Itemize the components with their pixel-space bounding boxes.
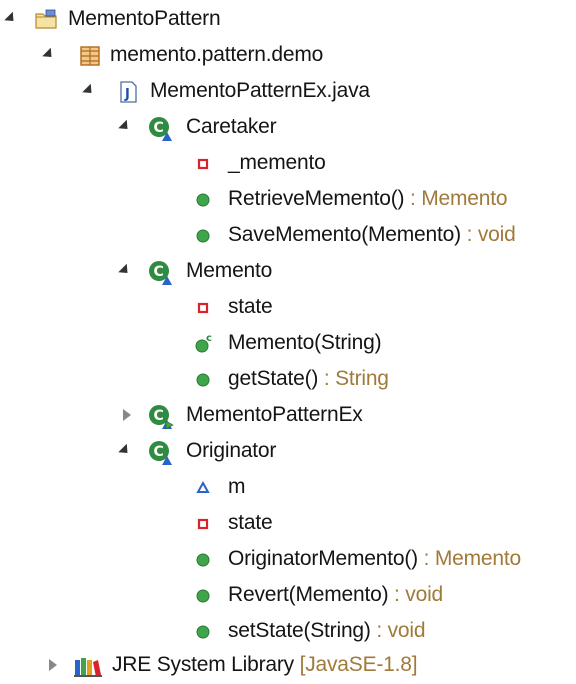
- collapsed-twisty-icon[interactable]: [46, 658, 60, 672]
- public-method-icon: [192, 620, 216, 644]
- member-label: OriginatorMemento() : Memento: [228, 546, 521, 572]
- private-field-icon: [192, 296, 216, 320]
- collapsed-twisty-icon[interactable]: [120, 408, 134, 422]
- tree-item-class-caretaker[interactable]: C Caretaker: [0, 110, 576, 146]
- member-label: state: [228, 510, 273, 536]
- java-file-icon: J: [116, 80, 140, 104]
- library-version: [JavaSE-1.8]: [293, 653, 418, 676]
- member-name: OriginatorMemento(): [228, 547, 418, 570]
- svg-text:C: C: [154, 120, 164, 136]
- constructor-icon: c: [192, 332, 216, 356]
- library-name: JRE System Library: [112, 653, 294, 676]
- public-method-icon: [192, 224, 216, 248]
- tree-item-jre-system-library[interactable]: JRE System Library [JavaSE-1.8]: [0, 648, 576, 684]
- private-field-icon: [192, 512, 216, 536]
- member-label: _memento: [228, 150, 326, 176]
- member-name: state: [228, 511, 273, 534]
- expanded-twisty-icon[interactable]: [118, 263, 132, 278]
- member-name: setState(String): [228, 619, 371, 642]
- member-type: : void: [460, 223, 516, 246]
- tree-item-class-memento[interactable]: C Memento: [0, 254, 576, 290]
- tree-item-label: Caretaker: [186, 115, 277, 138]
- package-explorer-tree: MementoPattern memento.pattern.demo J Me…: [0, 0, 576, 684]
- public-method-icon: [192, 548, 216, 572]
- member-label: getState() : String: [228, 366, 389, 392]
- member-type: : Memento: [417, 547, 522, 570]
- member-label: Memento(String): [228, 330, 382, 356]
- member-type: : Memento: [404, 187, 508, 210]
- svg-text:C: C: [154, 444, 164, 460]
- package-icon: [78, 44, 102, 68]
- tree-item-member[interactable]: getState() : String: [0, 362, 576, 398]
- member-name: state: [228, 295, 273, 318]
- member-name: Revert(Memento): [228, 583, 389, 606]
- tree-item-member[interactable]: RetrieveMemento() : Memento: [0, 182, 576, 218]
- tree-item-member[interactable]: OriginatorMemento() : Memento: [0, 542, 576, 578]
- tree-item-package[interactable]: memento.pattern.demo: [0, 38, 576, 74]
- member-label: Revert(Memento) : void: [228, 582, 443, 608]
- project-folder-icon: [34, 8, 58, 32]
- member-name: RetrieveMemento(): [228, 187, 405, 210]
- main-class-icon: C: [148, 404, 174, 430]
- tree-item-member[interactable]: _memento: [0, 146, 576, 182]
- library-icon: [74, 654, 102, 678]
- member-type: : String: [318, 367, 389, 390]
- member-label: setState(String) : void: [228, 618, 426, 644]
- member-name: SaveMemento(Memento): [228, 223, 461, 246]
- expanded-twisty-icon[interactable]: [4, 11, 18, 26]
- tree-item-member[interactable]: state: [0, 506, 576, 542]
- tree-item-member[interactable]: SaveMemento(Memento) : void: [0, 218, 576, 254]
- tree-item-java-file[interactable]: J MementoPatternEx.java: [0, 74, 576, 110]
- member-name: getState(): [228, 367, 319, 390]
- tree-item-label: MementoPattern: [68, 7, 221, 30]
- member-label: RetrieveMemento() : Memento: [228, 186, 508, 212]
- tree-item-label: JRE System Library [JavaSE-1.8]: [112, 652, 418, 678]
- class-icon: C: [148, 260, 172, 285]
- tree-item-member[interactable]: Revert(Memento) : void: [0, 578, 576, 614]
- member-label: SaveMemento(Memento) : void: [228, 222, 516, 248]
- public-method-icon: [192, 584, 216, 608]
- member-type: : void: [388, 583, 444, 606]
- public-method-icon: [192, 188, 216, 212]
- svg-text:J: J: [124, 87, 130, 102]
- member-name: Memento(String): [228, 331, 382, 354]
- member-type: : void: [370, 619, 426, 642]
- class-icon: C: [148, 116, 172, 141]
- expanded-twisty-icon[interactable]: [42, 47, 56, 62]
- default-field-icon: [192, 476, 216, 500]
- tree-item-member[interactable]: setState(String) : void: [0, 614, 576, 650]
- tree-item-member[interactable]: m: [0, 470, 576, 506]
- member-name: _memento: [228, 151, 326, 174]
- tree-item-label: Memento: [186, 259, 273, 282]
- public-method-icon: [192, 368, 216, 392]
- member-name: m: [228, 475, 246, 498]
- expanded-twisty-icon[interactable]: [118, 119, 132, 134]
- member-label: m: [228, 474, 246, 500]
- tree-item-class-mementopatternex[interactable]: C MementoPatternEx: [0, 398, 576, 434]
- tree-item-member[interactable]: c Memento(String): [0, 326, 576, 362]
- tree-item-member[interactable]: state: [0, 290, 576, 326]
- member-label: state: [228, 294, 273, 320]
- tree-item-mementopattern-project[interactable]: MementoPattern: [0, 2, 576, 38]
- tree-item-class-originator[interactable]: C Originator: [0, 434, 576, 470]
- private-field-icon: [192, 152, 216, 176]
- tree-item-label: MementoPatternEx: [186, 403, 363, 426]
- expanded-twisty-icon[interactable]: [82, 83, 96, 98]
- tree-item-label: MementoPatternEx.java: [150, 79, 370, 102]
- tree-item-label: Originator: [186, 439, 277, 462]
- svg-text:C: C: [154, 264, 164, 280]
- class-icon: C: [148, 440, 172, 465]
- svg-text:C: C: [154, 408, 164, 424]
- tree-item-label: memento.pattern.demo: [110, 43, 324, 66]
- expanded-twisty-icon[interactable]: [118, 443, 132, 458]
- svg-text:c: c: [206, 333, 212, 344]
